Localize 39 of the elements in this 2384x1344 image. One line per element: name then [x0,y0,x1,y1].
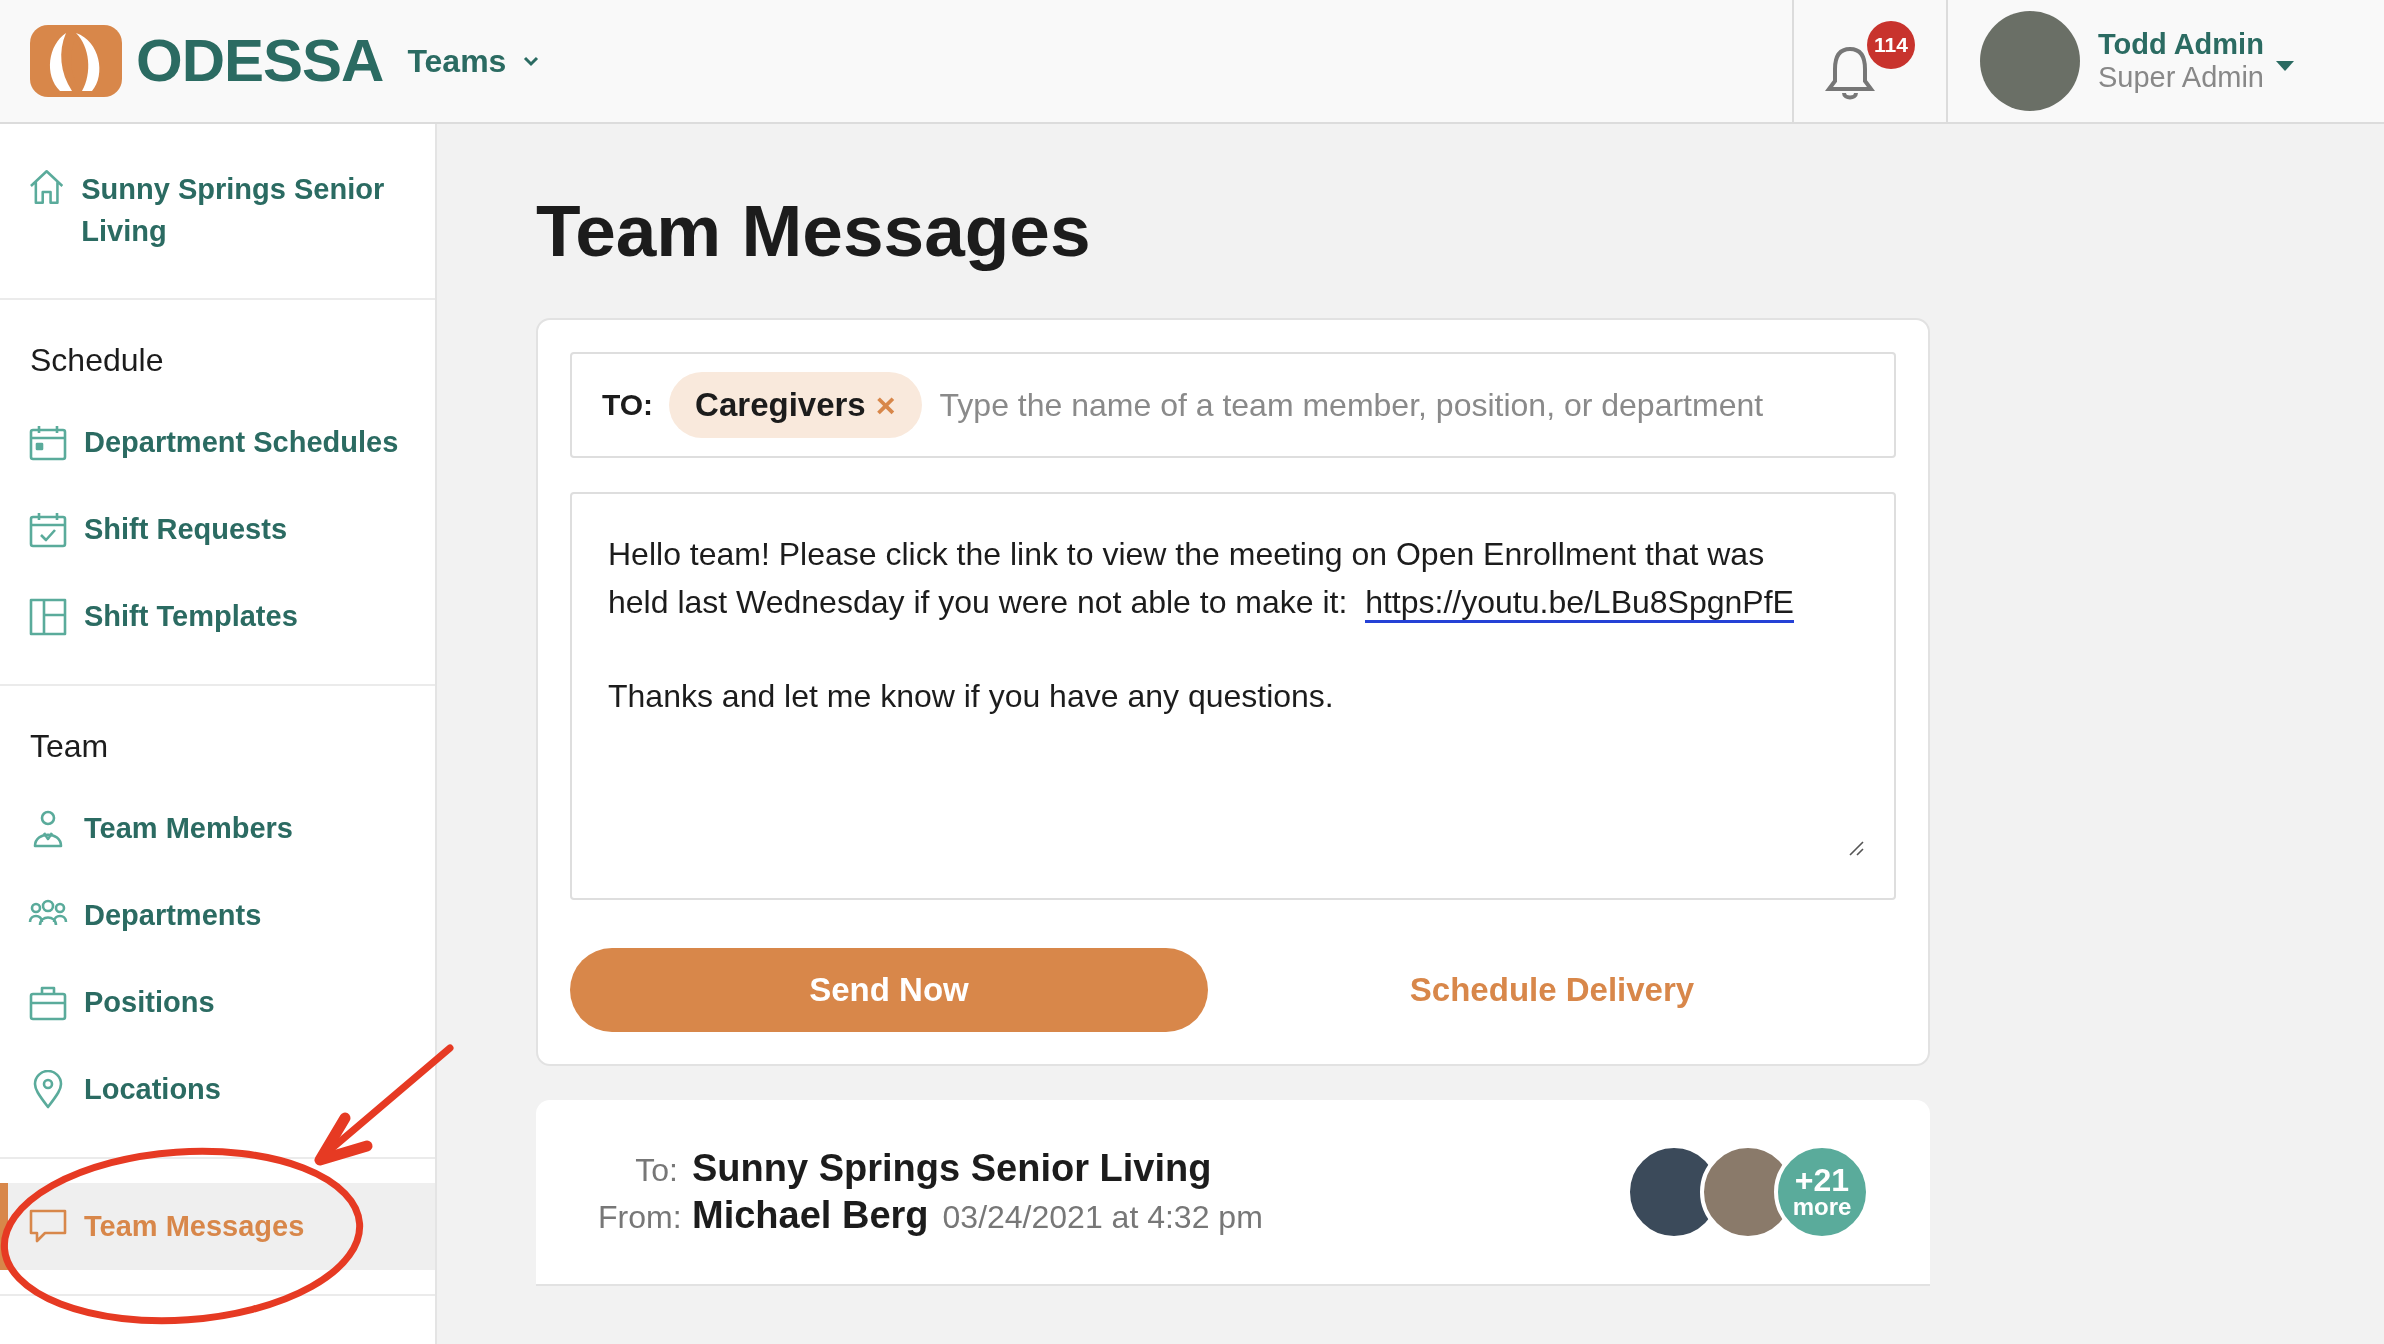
sidebar-item[interactable]: Shift Templates [0,573,435,660]
recipient-search-input[interactable]: Type the name of a team member, position, or department [937,385,1864,425]
recipient-field[interactable]: TO: Caregivers × Type the name of a team member, position, or department [570,352,1896,458]
sent-date: 03/24/2021 at 4:32 pm [942,1199,1263,1236]
sent-message-card[interactable]: To: Sunny Springs Senior Living From: Michael Berg 03/24/2021 at 4:32 pm +21 more [536,1100,1930,1286]
sidebar-item[interactable]: Positions [0,959,435,1046]
user-name: Todd Admin [2097,28,2264,61]
resize-handle-icon[interactable] [1848,840,1864,856]
recipient-name: Caregivers [695,386,866,424]
recipient-name: Sunny Springs Senior Living [692,1147,1212,1190]
sidebar-item[interactable]: Departments [0,872,435,959]
notifications-button[interactable]: 114 [1824,21,1915,101]
from-label: From: [598,1199,678,1236]
user-role: Super Admin [2097,61,2264,94]
section-heading: Schedule [29,341,165,380]
message-text: Hello team! Please click the link to view the meeting on Open Enrollment that was held last Wednesday if you were not able to make it: https://youtu.be/LBu8SpgnPfE [608,530,1808,626]
bell-icon [1824,45,1875,101]
teams-dropdown[interactable]: Teams [407,42,541,80]
home-icon [28,168,66,206]
page-title: Team Messages [536,189,1092,273]
sidebar-item[interactable]: Department Schedules [0,399,435,486]
sidebar-item[interactable]: Locations [0,1046,435,1133]
user-menu[interactable]: Todd Admin Super Admin [1947,11,2384,111]
logo-text: ODESSA [136,26,384,96]
logo-icon [30,25,122,97]
section-heading: Team [29,727,110,766]
message-field[interactable] [570,492,1896,900]
layout-icon [28,596,68,637]
sender-name: Michael Berg [692,1194,929,1237]
message-closing: Thanks and let me know if you have any questions. [608,677,1335,716]
to-label: To: [634,1152,678,1189]
video-link[interactable]: https://youtu.be/LBu8SpgnPfE [1365,584,1794,623]
sidebar-item[interactable]: Shift Requests [0,486,435,573]
organization-link[interactable]: Sunny Springs Senior Living [81,168,405,252]
to-label: TO: [602,388,654,422]
caret-down-icon [2276,61,2294,71]
notification-count-badge: 114 [1866,21,1915,69]
sidebar-item[interactable]: Team Members [0,785,435,872]
chevron-down-icon [522,55,541,67]
